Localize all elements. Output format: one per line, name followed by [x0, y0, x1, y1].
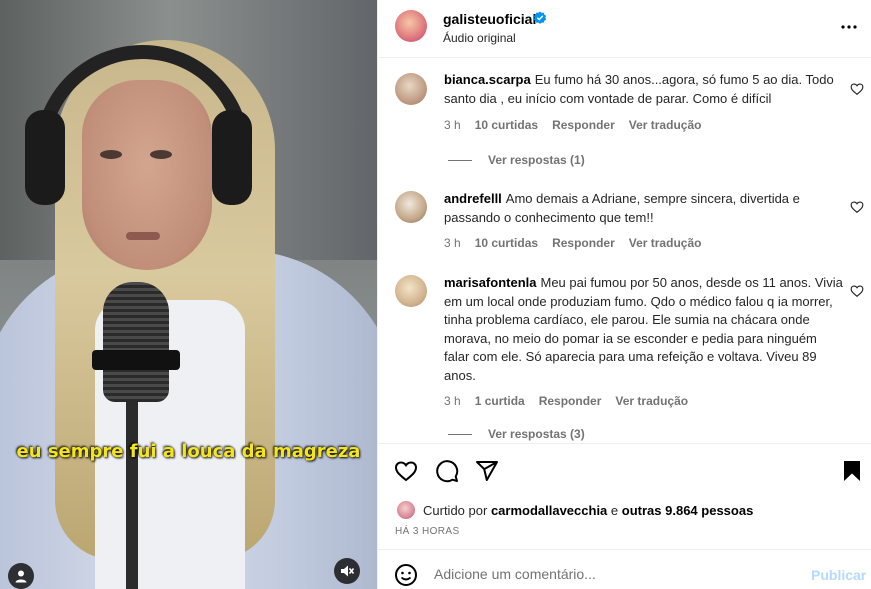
- author-username[interactable]: galisteuoficial: [443, 11, 536, 27]
- liked-others-count[interactable]: outras 9.864 pessoas: [622, 503, 754, 518]
- commenter-username[interactable]: andrefelll: [444, 191, 502, 206]
- comment-meta: 3 h 1 curtida Responder Ver tradução: [444, 394, 702, 408]
- comment-time: 3 h: [444, 236, 461, 250]
- comments-list[interactable]: bianca.scarpa Eu fumo há 30 anos...agora,…: [378, 59, 871, 442]
- headphone-right-cup: [212, 110, 252, 205]
- view-replies-label: Ver respostas (1): [488, 153, 585, 167]
- view-replies-button[interactable]: Ver respostas (1): [448, 153, 585, 167]
- post-details-panel: galisteuoficial Áudio original bianca.sc…: [377, 0, 871, 589]
- comment-like-heart-icon[interactable]: [850, 284, 864, 298]
- publish-button[interactable]: Publicar: [811, 567, 866, 583]
- share-paper-plane-icon[interactable]: [475, 459, 499, 483]
- comment-meta: 3 h 10 curtidas Responder Ver tradução: [444, 118, 715, 132]
- original-audio-link[interactable]: Áudio original: [443, 31, 516, 45]
- comment-text: bianca.scarpa Eu fumo há 30 anos...agora,…: [444, 71, 844, 108]
- reply-button[interactable]: Responder: [552, 236, 615, 250]
- reel-video[interactable]: eu sempre fui a louca da magreza: [0, 0, 377, 589]
- comment-text: andrefelll Amo demais a Adriane, sempre s…: [444, 190, 844, 227]
- microphone-clamp: [92, 350, 180, 370]
- comment-input[interactable]: [434, 560, 794, 588]
- liked-by-username[interactable]: carmodallavecchia: [491, 503, 607, 518]
- comment-likes[interactable]: 10 curtidas: [475, 236, 538, 250]
- likes-summary[interactable]: Curtido por carmodallavecchia e outras 9…: [423, 503, 753, 518]
- verified-badge-icon: [533, 11, 547, 24]
- comment-like-heart-icon[interactable]: [850, 200, 864, 214]
- emoji-smiley-icon[interactable]: [394, 563, 418, 587]
- muted-speaker-icon[interactable]: [334, 558, 360, 584]
- comment-time: 3 h: [444, 394, 461, 408]
- microphone-arm: [126, 380, 138, 589]
- view-replies-button[interactable]: Ver respostas (3): [448, 427, 585, 441]
- microphone: [103, 282, 169, 402]
- tagged-user-icon[interactable]: [8, 563, 34, 589]
- post-actions: Curtido por carmodallavecchia e outras 9…: [378, 443, 871, 549]
- commenter-username[interactable]: bianca.scarpa: [444, 72, 531, 87]
- headphone-left-cup: [25, 110, 65, 205]
- add-comment-bar: Publicar: [378, 549, 871, 589]
- view-replies-label: Ver respostas (3): [488, 427, 585, 441]
- reply-button[interactable]: Responder: [552, 118, 615, 132]
- comment-likes[interactable]: 1 curtida: [475, 394, 525, 408]
- translate-button[interactable]: Ver tradução: [629, 118, 702, 132]
- replies-line: [448, 160, 472, 162]
- liked-middle: e: [610, 503, 619, 518]
- author-avatar[interactable]: [395, 10, 427, 42]
- comment-bubble-icon[interactable]: [435, 459, 459, 483]
- replies-line: [448, 434, 472, 436]
- video-mouth: [126, 232, 160, 240]
- liked-by-avatar[interactable]: [397, 501, 415, 519]
- comment-likes[interactable]: 10 curtidas: [475, 118, 538, 132]
- comment-text: marisafontenla Meu pai fumou por 50 anos,…: [444, 274, 844, 385]
- video-caption: eu sempre fui a louca da magreza: [16, 441, 361, 462]
- comment-like-heart-icon[interactable]: [850, 82, 864, 96]
- liked-prefix: Curtido por: [423, 503, 488, 518]
- translate-button[interactable]: Ver tradução: [615, 394, 688, 408]
- commenter-username[interactable]: marisafontenla: [444, 275, 536, 290]
- translate-button[interactable]: Ver tradução: [629, 236, 702, 250]
- comment-time: 3 h: [444, 118, 461, 132]
- commenter-avatar[interactable]: [395, 191, 427, 223]
- more-options-icon[interactable]: [840, 20, 858, 34]
- like-heart-icon[interactable]: [394, 459, 418, 483]
- reply-button[interactable]: Responder: [539, 394, 602, 408]
- commenter-avatar[interactable]: [395, 275, 427, 307]
- commenter-avatar[interactable]: [395, 73, 427, 105]
- post-header: galisteuoficial Áudio original: [378, 0, 871, 58]
- comment-meta: 3 h 10 curtidas Responder Ver tradução: [444, 236, 715, 250]
- comment-body: Meu pai fumou por 50 anos, desde os 11 a…: [444, 275, 843, 383]
- post-timestamp[interactable]: HÁ 3 HORAS: [395, 526, 460, 537]
- save-bookmark-icon[interactable]: [840, 459, 864, 483]
